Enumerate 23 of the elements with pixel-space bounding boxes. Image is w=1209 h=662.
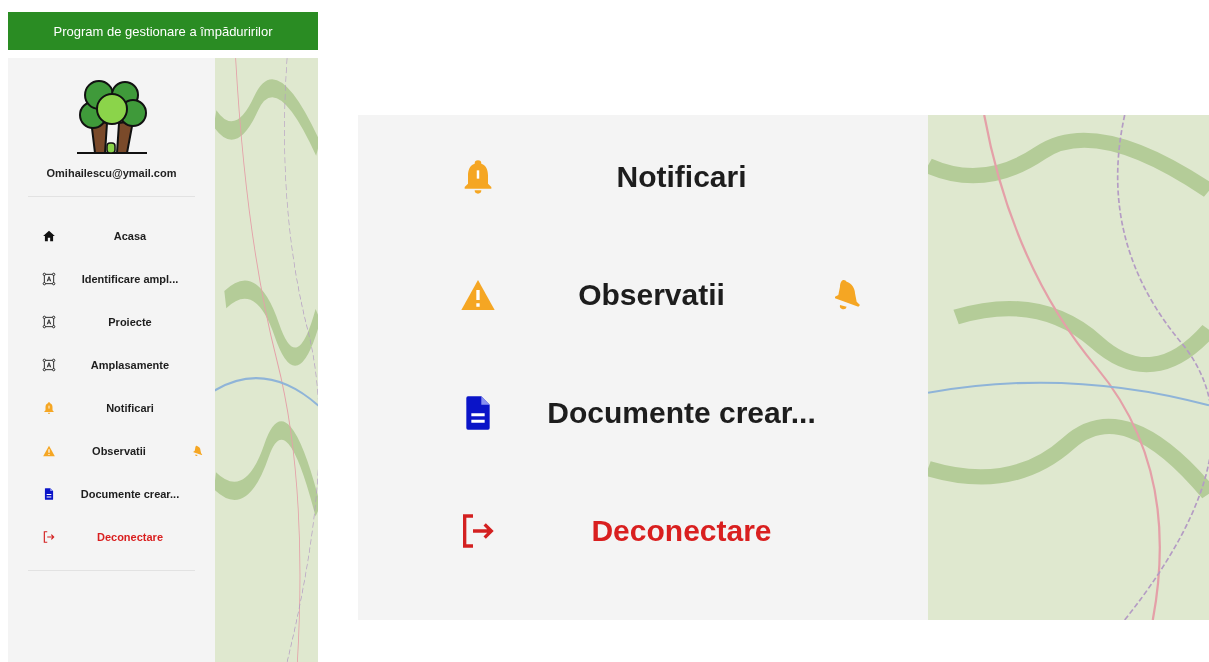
map-placeholder[interactable] — [928, 115, 1209, 620]
menu-item[interactable]: Identificare ampl... — [8, 257, 215, 300]
menu-item[interactable]: Proiecte — [8, 300, 215, 343]
logout-icon — [42, 529, 56, 544]
menu-item[interactable]: Notificari — [8, 386, 215, 429]
bell-icon — [42, 400, 56, 415]
app-title-bar: Program de gestionare a împăduririlor — [8, 12, 318, 50]
menu-item[interactable]: Documente crear... — [8, 472, 215, 515]
map-placeholder[interactable] — [215, 58, 318, 662]
menu-item[interactable]: Amplasamente — [8, 343, 215, 386]
menu-item[interactable]: Observatii — [8, 429, 215, 472]
document-icon — [42, 486, 56, 501]
menu-item[interactable]: Deconectare — [358, 472, 928, 590]
user-email: Omihailescu@ymail.com — [45, 167, 178, 179]
menu-item[interactable]: Deconectare — [8, 515, 215, 558]
menu-item[interactable]: Documente crear... — [358, 354, 928, 472]
frame-icon — [42, 314, 56, 329]
frame-icon — [42, 271, 56, 286]
home-icon — [42, 228, 56, 243]
menu-item[interactable]: Acasa — [8, 214, 215, 257]
menu-item[interactable]: Observatii — [358, 236, 928, 354]
frame-icon — [42, 357, 56, 372]
menu-item[interactable]: Notificari — [358, 118, 928, 236]
